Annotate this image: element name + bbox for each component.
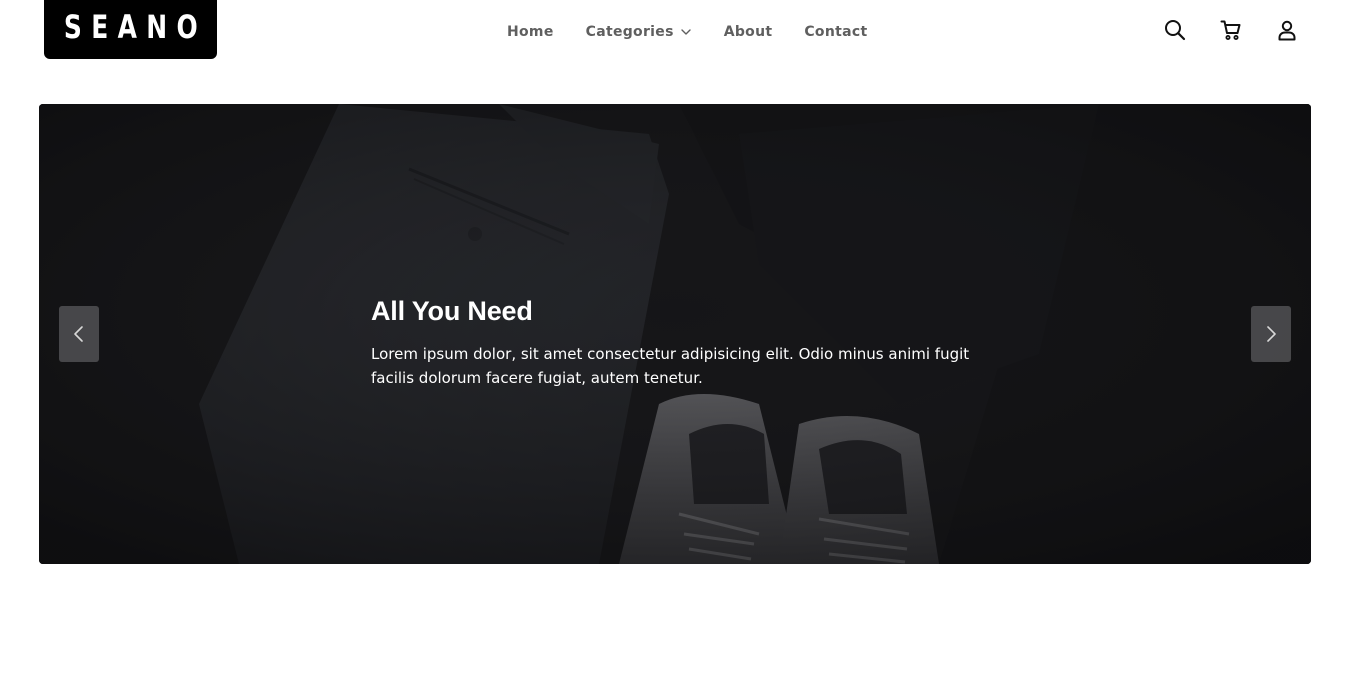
brand-logo-text: SEANO [63, 8, 207, 46]
user-icon[interactable] [1275, 18, 1299, 42]
nav-item-label: Home [507, 24, 554, 40]
main-nav: Home Categories About Contact [507, 21, 867, 43]
chevron-down-icon [681, 29, 691, 35]
nav-item-label: Categories [585, 24, 674, 40]
chevron-left-icon [74, 326, 83, 342]
nav-item-about[interactable]: About [724, 24, 773, 40]
nav-item-label: About [723, 24, 773, 40]
hero-title: All You Need [371, 296, 533, 326]
hero-description: Lorem ipsum dolor, sit amet consectetur … [371, 345, 970, 387]
hero-caption: All You Need Lorem ipsum dolor, sit amet… [371, 294, 991, 390]
nav-item-categories[interactable]: Categories [586, 24, 692, 40]
nav-item-home[interactable]: Home [507, 24, 554, 40]
hero-slider: All You Need Lorem ipsum dolor, sit amet… [39, 104, 1311, 564]
search-icon[interactable] [1163, 18, 1187, 42]
slider-prev-button[interactable] [59, 306, 99, 362]
slider-next-button[interactable] [1251, 306, 1291, 362]
nav-item-label: Contact [804, 24, 868, 40]
brand-logo[interactable]: SEANO [44, 0, 217, 59]
chevron-right-icon [1267, 326, 1276, 342]
header-actions [1163, 18, 1299, 42]
nav-item-contact[interactable]: Contact [804, 24, 867, 40]
cart-icon[interactable] [1219, 18, 1243, 42]
